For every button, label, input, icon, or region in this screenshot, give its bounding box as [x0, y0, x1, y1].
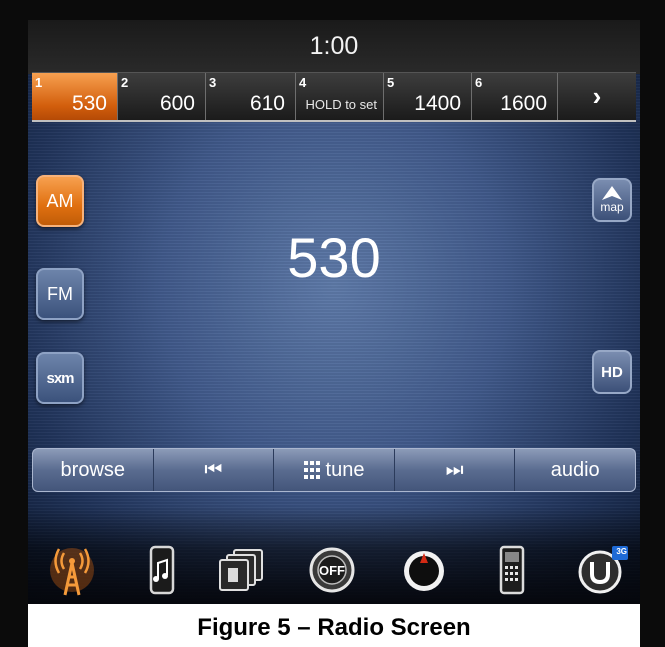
preset-number: 4: [299, 75, 307, 90]
climate-icon: [404, 551, 444, 591]
preset-frequency: 1400: [414, 92, 461, 115]
seek-back-button[interactable]: ⏮: [154, 449, 275, 491]
phone-icon: [499, 545, 525, 595]
radio-screen: 1:00 1 530 2 600 3 610 4 HOLD to set 5 1…: [28, 20, 640, 610]
preset-number: 5: [387, 75, 395, 90]
preset-next-button[interactable]: ›: [558, 73, 636, 120]
preset-number: 1: [35, 75, 43, 90]
phone-nav-button[interactable]: [488, 542, 536, 598]
climate-nav-button[interactable]: [400, 542, 448, 598]
clock: 1:00: [309, 32, 359, 60]
map-button[interactable]: map: [592, 178, 632, 222]
preset-3[interactable]: 3 610: [206, 73, 296, 120]
preset-frequency: HOLD to set: [305, 97, 377, 112]
preset-frequency: 1600: [500, 92, 547, 115]
uconnect-nav-button[interactable]: 3G: [576, 542, 630, 598]
browse-label: browse: [60, 458, 126, 481]
hd-radio-icon: HD: [601, 363, 623, 381]
apps-icon: [219, 549, 263, 591]
figure-caption-box: Figure 5 – Radio Screen: [28, 604, 640, 647]
audio-label: audio: [550, 458, 600, 481]
figure-caption: Figure 5 – Radio Screen: [197, 614, 471, 641]
sxm-button[interactable]: sxm: [36, 352, 84, 404]
apps-nav-button[interactable]: [218, 542, 266, 598]
hd-button[interactable]: HD: [592, 350, 632, 394]
media-nav-button[interactable]: [138, 542, 186, 598]
preset-bar: 1 530 2 600 3 610 4 HOLD to set 5 1400 6…: [32, 72, 636, 122]
map-label: map: [600, 200, 624, 214]
seek-forward-button[interactable]: ⏭: [395, 449, 516, 491]
transport-bar: browse ⏮ tune ⏭ audio: [32, 448, 636, 492]
preset-frequency: 610: [249, 92, 285, 115]
tune-label: tune: [325, 458, 365, 481]
preset-6[interactable]: 6 1600: [472, 73, 558, 120]
chevron-right-icon: ›: [592, 81, 602, 111]
power-off-button[interactable]: OFF: [308, 542, 356, 598]
preset-1[interactable]: 1 530: [32, 73, 118, 120]
off-icon: OFF: [309, 547, 355, 593]
browse-button[interactable]: browse: [33, 449, 154, 491]
am-button[interactable]: AM: [36, 175, 84, 227]
uconnect-3g-badge: 3G: [616, 547, 627, 556]
radio-icon: [50, 548, 94, 596]
media-icon: [149, 545, 175, 595]
svg-text:OFF: OFF: [319, 563, 345, 578]
preset-number: 6: [475, 75, 483, 90]
radio-nav-button[interactable]: [48, 542, 96, 598]
preset-4[interactable]: 4 HOLD to set: [296, 73, 384, 120]
preset-number: 2: [121, 75, 129, 90]
seek-back-icon: ⏮: [204, 458, 223, 481]
preset-frequency: 600: [159, 92, 195, 115]
preset-frequency: 530: [71, 92, 107, 115]
tune-button[interactable]: tune: [274, 449, 395, 491]
preset-2[interactable]: 2 600: [118, 73, 206, 120]
current-frequency: 530: [287, 226, 381, 289]
seek-forward-icon: ⏭: [445, 458, 464, 481]
keypad-grid-icon: [303, 461, 320, 479]
preset-number: 3: [209, 75, 217, 90]
audio-button[interactable]: audio: [515, 449, 635, 491]
preset-5[interactable]: 5 1400: [384, 73, 472, 120]
status-bar: 1:00: [28, 20, 640, 74]
map-arrow-icon: [602, 186, 622, 200]
